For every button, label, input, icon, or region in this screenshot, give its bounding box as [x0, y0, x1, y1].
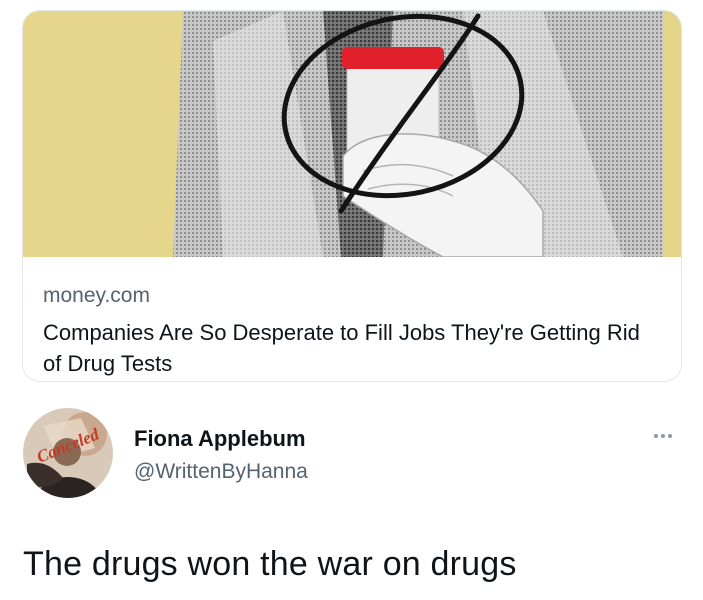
more-dot — [654, 434, 658, 438]
link-preview-image[interactable] — [23, 11, 681, 257]
link-preview-meta[interactable]: money.com Companies Are So Desperate to … — [23, 257, 681, 381]
author-handle[interactable]: @WrittenByHanna — [134, 460, 308, 484]
tweet-text: The drugs won the war on drugs — [23, 545, 517, 583]
more-dots-icon[interactable] — [648, 428, 678, 444]
avatar[interactable]: Canceled — [23, 408, 113, 498]
more-dot — [668, 434, 672, 438]
link-headline[interactable]: Companies Are So Desperate to Fill Jobs … — [43, 317, 663, 379]
more-dot — [661, 434, 665, 438]
link-domain: money.com — [43, 284, 150, 307]
author-display-name[interactable]: Fiona Applebum — [134, 426, 306, 452]
link-preview-card[interactable]: money.com Companies Are So Desperate to … — [22, 10, 682, 382]
